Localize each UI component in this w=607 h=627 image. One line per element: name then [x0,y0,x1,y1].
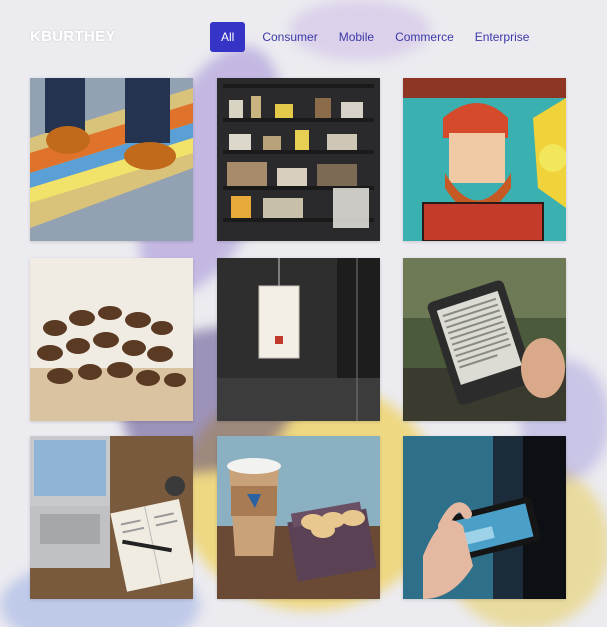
site-header: KBURTHEY All Consumer Mobile Commerce En… [0,0,607,76]
portfolio-item-paper-lantern[interactable] [217,258,380,421]
portfolio-item-coffee-beans[interactable] [30,258,193,421]
filter-commerce[interactable]: Commerce [386,22,463,52]
filter-enterprise[interactable]: Enterprise [466,22,539,52]
portfolio-item-coffee-cup-cookies[interactable] [217,436,380,599]
site-logo[interactable]: KBURTHEY [30,28,116,45]
portfolio-item-laptop-notebook-desk[interactable] [30,436,193,599]
filter-all[interactable]: All [210,22,246,52]
portfolio-item-bookshelf[interactable] [217,78,380,241]
filter-consumer[interactable]: Consumer [253,22,326,52]
portfolio-item-e-reader[interactable] [403,258,566,421]
portfolio-item-bearded-man-mural[interactable] [403,78,566,241]
portfolio-item-skateboard-shoes[interactable] [30,78,193,241]
filter-mobile[interactable]: Mobile [330,22,383,52]
category-filter-nav: All Consumer Mobile Commerce Enterprise [210,22,541,52]
portfolio-item-phone-in-hand[interactable] [403,436,566,599]
